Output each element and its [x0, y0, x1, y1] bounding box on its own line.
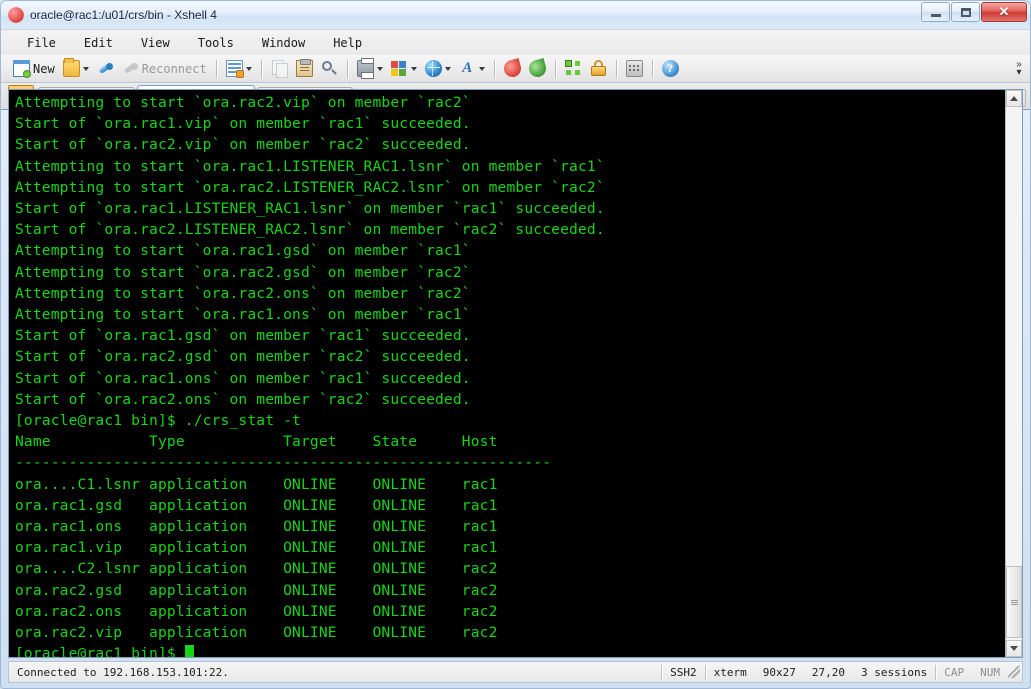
status-protocol: SSH2 [670, 665, 697, 679]
reconnect-button: Reconnect [118, 57, 211, 81]
resize-grip-icon[interactable] [1008, 666, 1020, 678]
window-title: oracle@rac1:/u01/crs/bin - Xshell 4 [30, 8, 217, 22]
menu-item-window[interactable]: Window [250, 32, 317, 54]
paste-button[interactable] [292, 57, 317, 81]
green-grid-icon [564, 60, 582, 77]
chevron-down-icon[interactable] [82, 66, 89, 71]
toolbar-divider [493, 59, 495, 78]
arrange-button[interactable] [561, 57, 586, 81]
chevron-down-icon[interactable] [410, 66, 417, 71]
keyboard-icon [625, 60, 643, 77]
green-leaf-icon [526, 58, 548, 79]
toolbar-divider [215, 59, 217, 78]
new-session-button[interactable]: New [9, 57, 59, 81]
terminal-screen[interactable]: Attempting to start `ora.rac2.vip` on me… [9, 90, 1005, 657]
terminal-area: Attempting to start `ora.rac2.vip` on me… [8, 89, 1023, 658]
terminal-text: Attempting to start `ora.rac2.vip` on me… [15, 94, 605, 657]
menu-item-help[interactable]: Help [321, 32, 374, 54]
close-button[interactable]: ✕ [981, 2, 1027, 22]
open-session-button[interactable] [59, 57, 93, 81]
print-button[interactable] [353, 57, 387, 81]
find-button[interactable] [317, 57, 342, 81]
chevron-down-icon: ▾ [1016, 66, 1022, 78]
terminal-scrollbar[interactable] [1005, 90, 1022, 657]
toolbar: New Reconnect A ? » ▾ [1, 55, 1030, 83]
maximize-button[interactable] [951, 2, 980, 22]
toolbar-divider [260, 59, 262, 78]
color-palette-icon [390, 60, 408, 77]
menu-bar: File Edit View Tools Window Help [1, 29, 1030, 55]
help-button[interactable]: ? [658, 57, 683, 81]
new-window-icon [13, 60, 31, 78]
chevron-down-icon[interactable] [376, 66, 383, 71]
status-term-size: 90x27 [762, 665, 796, 679]
lock-icon [590, 60, 607, 77]
menu-item-tools[interactable]: Tools [186, 32, 246, 54]
new-session-label: New [33, 61, 55, 76]
xshell-icon [8, 7, 24, 23]
scrollbar-thumb[interactable] [1006, 566, 1022, 638]
window-controls: ✕ [921, 2, 1027, 22]
toolbar-divider [346, 59, 348, 78]
status-session-count: 3 sessions [861, 665, 928, 679]
keyboard-button[interactable] [622, 57, 647, 81]
menu-item-file[interactable]: File [15, 32, 68, 54]
status-num-lock: NUM [980, 665, 1000, 679]
reconnect-label: Reconnect [141, 61, 207, 76]
connect-button[interactable] [93, 57, 118, 81]
terminal-output: Attempting to start `ora.rac2.vip` on me… [15, 92, 1005, 657]
font-button[interactable]: A [455, 57, 489, 81]
status-caps-lock: CAP [944, 665, 965, 679]
globe-button[interactable] [421, 57, 455, 81]
folder-open-icon [62, 58, 80, 77]
menu-item-edit[interactable]: Edit [72, 32, 125, 54]
status-bar: Connected to 192.168.153.101:22. SSH2 xt… [8, 661, 1023, 683]
toolbar-divider [615, 59, 617, 78]
menu-item-view[interactable]: View [129, 32, 182, 54]
scroll-down-button[interactable] [1006, 640, 1022, 657]
scroll-up-button[interactable] [1006, 90, 1022, 107]
connection-status: Connected to 192.168.153.101:22. [17, 665, 229, 679]
chevron-down-icon [1010, 646, 1018, 651]
scrollbar-track[interactable] [1006, 107, 1022, 640]
help-circle-icon: ? [661, 60, 679, 77]
red-leaf-button[interactable] [500, 57, 525, 81]
session-manager-button[interactable] [222, 57, 256, 81]
chevron-down-icon[interactable] [478, 66, 485, 71]
chevron-up-icon [1010, 96, 1018, 101]
xshell-window: oracle@rac1:/u01/crs/bin - Xshell 4 ✕ Fi… [0, 0, 1031, 689]
search-icon [321, 60, 338, 77]
clipboard-paste-icon [295, 59, 313, 77]
status-cursor-position: 27,20 [811, 665, 846, 679]
scrollbar-grip-icon [1010, 599, 1018, 605]
minimize-icon [930, 13, 941, 17]
chevron-down-icon[interactable] [245, 66, 252, 71]
status-term-type: xterm [713, 665, 747, 679]
maximize-icon [960, 7, 971, 17]
globe-icon [424, 60, 442, 77]
toolbar-divider [554, 59, 556, 78]
reconnect-icon [122, 60, 139, 77]
green-leaf-button[interactable] [525, 57, 550, 81]
colors-button[interactable] [387, 57, 421, 81]
session-manager-icon [225, 60, 244, 78]
lock-button[interactable] [586, 57, 611, 81]
toolbar-divider [651, 59, 653, 78]
copy-button [267, 57, 292, 81]
printer-icon [356, 58, 374, 79]
copy-icon [271, 60, 288, 78]
minimize-button[interactable] [921, 2, 950, 22]
chevron-down-icon[interactable] [444, 66, 451, 71]
plug-connect-icon [97, 60, 114, 77]
title-bar: oracle@rac1:/u01/crs/bin - Xshell 4 ✕ [1, 1, 1030, 29]
terminal-cursor [184, 645, 194, 657]
red-leaf-icon [501, 58, 523, 79]
toolbar-overflow-button[interactable]: » ▾ [1012, 58, 1026, 80]
font-icon: A [462, 60, 473, 76]
